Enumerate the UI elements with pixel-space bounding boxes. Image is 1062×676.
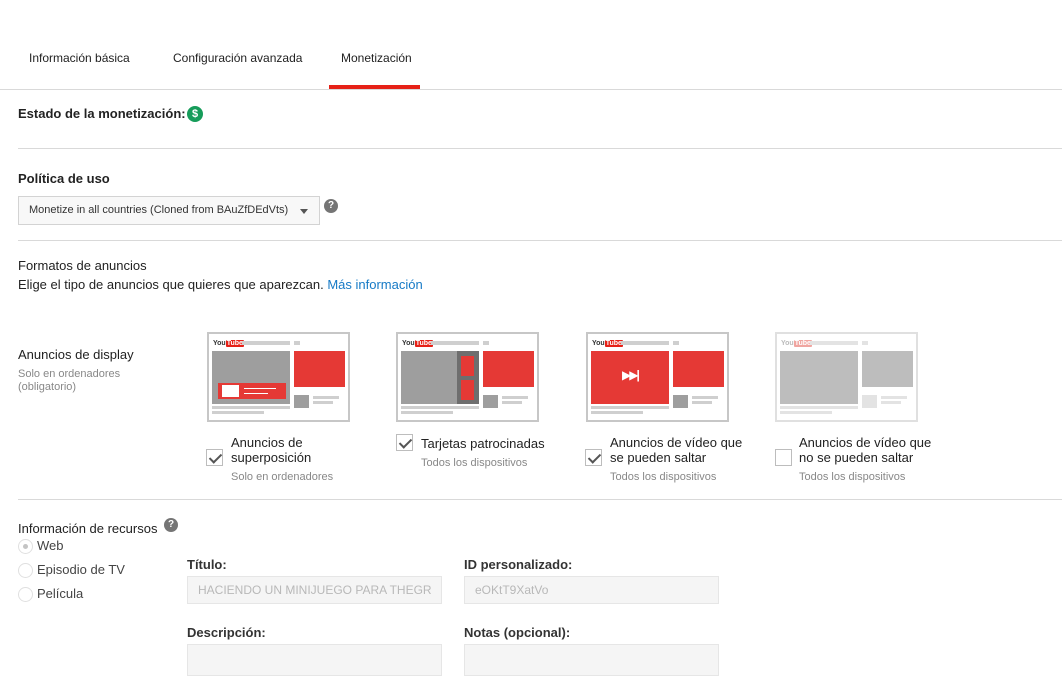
- skippable-video-ads-preview: YouTube ▶▶|: [586, 332, 729, 422]
- radio-button[interactable]: [18, 587, 33, 602]
- asset-type-web-label: Web: [37, 538, 64, 553]
- non-skippable-video-ads-label-line2: no se pueden saltar: [799, 450, 914, 465]
- description-field-label: Descripción:: [187, 625, 266, 640]
- usage-policy-select[interactable]: Monetize in all countries (Cloned from B…: [18, 196, 320, 225]
- description-field[interactable]: [187, 644, 442, 676]
- ad-formats-heading: Formatos de anuncios: [18, 258, 147, 273]
- non-skippable-video-ads-note: Todos los dispositivos: [799, 471, 906, 483]
- skippable-video-ads-label-line1: Anuncios de vídeo que: [610, 435, 743, 450]
- sponsored-cards-preview: YouTube: [396, 332, 539, 422]
- custom-id-field-label: ID personalizado:: [464, 557, 573, 572]
- display-ads-note: Solo en ordenadores (obligatorio): [18, 368, 120, 394]
- skippable-video-ads-note: Todos los dispositivos: [610, 471, 717, 483]
- divider: [18, 148, 1062, 149]
- overlay-ads-note: Solo en ordenadores: [231, 471, 334, 483]
- title-field-label: Título:: [187, 557, 227, 572]
- usage-policy-selected-value: Monetize in all countries (Cloned from B…: [29, 204, 289, 216]
- overlay-ads-label: Anuncios de superposición: [231, 435, 311, 465]
- sponsored-cards-note: Todos los dispositivos: [421, 457, 528, 469]
- non-skippable-video-ads-label-line1: Anuncios de vídeo que: [799, 435, 932, 450]
- display-ads-note-line2: (obligatorio): [18, 381, 77, 393]
- tab-monetization[interactable]: Monetización: [341, 51, 412, 65]
- overlay-ads-label-line2: superposición: [231, 450, 312, 465]
- display-ads-label: Anuncios de display: [18, 347, 134, 362]
- monetization-status-label: Estado de la monetización:: [18, 106, 186, 121]
- radio-button[interactable]: [18, 563, 33, 578]
- non-skippable-video-ads-preview: YouTube: [775, 332, 918, 422]
- sponsored-cards-label: Tarjetas patrocinadas: [421, 436, 545, 451]
- overlay-ads-checkbox[interactable]: [206, 449, 223, 466]
- ad-formats-description: Elige el tipo de anuncios que quieres qu…: [18, 277, 423, 292]
- youtube-logo: YouTube: [213, 340, 244, 347]
- display-ads-note-line1: Solo en ordenadores: [18, 368, 121, 380]
- asset-type-web[interactable]: Web: [18, 538, 138, 556]
- ad-formats-description-text: Elige el tipo de anuncios que quieres qu…: [18, 277, 324, 292]
- help-icon[interactable]: ?: [324, 199, 338, 213]
- active-tab-indicator: [329, 85, 420, 89]
- help-icon[interactable]: ?: [164, 518, 178, 532]
- youtube-logo: YouTube: [592, 340, 623, 347]
- skippable-video-ads-label: Anuncios de vídeo que se pueden saltar: [610, 435, 742, 465]
- sponsored-cards-checkbox[interactable]: [396, 434, 413, 451]
- tab-advanced-settings[interactable]: Configuración avanzada: [173, 51, 302, 65]
- asset-type-movie-label: Película: [37, 586, 84, 601]
- overlay-ads-label-line1: Anuncios de: [231, 435, 303, 450]
- notes-field-label: Notas (opcional):: [464, 625, 571, 640]
- tab-bar: Información básica Configuración avanzad…: [0, 0, 1062, 90]
- non-skippable-video-ads-checkbox[interactable]: [775, 449, 792, 466]
- usage-policy-heading: Política de uso: [18, 171, 110, 186]
- skippable-video-ads-checkbox[interactable]: [585, 449, 602, 466]
- overlay-ad-preview: YouTube: [207, 332, 350, 422]
- divider: [18, 499, 1062, 500]
- dollar-circle-icon: $: [187, 106, 203, 122]
- notes-field[interactable]: [464, 644, 719, 676]
- skip-forward-icon: ▶▶|: [622, 368, 640, 382]
- divider: [18, 240, 1062, 241]
- asset-type-movie[interactable]: Película: [18, 586, 138, 604]
- asset-type-tv-episode-label: Episodio de TV: [37, 562, 125, 577]
- asset-type-tv-episode[interactable]: Episodio de TV: [18, 562, 148, 580]
- title-field[interactable]: HACIENDO UN MINIJUEGO PARA THEGR: [187, 576, 442, 604]
- more-info-link[interactable]: Más información: [327, 277, 422, 292]
- non-skippable-video-ads-label: Anuncios de vídeo que no se pueden salta…: [799, 435, 931, 465]
- skippable-video-ads-label-line2: se pueden saltar: [610, 450, 707, 465]
- custom-id-field[interactable]: eOKtT9XatVo: [464, 576, 719, 604]
- tab-basic-info[interactable]: Información básica: [29, 51, 130, 65]
- asset-info-heading: Información de recursos: [18, 521, 158, 536]
- youtube-logo: YouTube: [402, 340, 433, 347]
- chevron-down-icon: [300, 209, 308, 214]
- radio-button[interactable]: [18, 539, 33, 554]
- youtube-logo: YouTube: [781, 340, 812, 347]
